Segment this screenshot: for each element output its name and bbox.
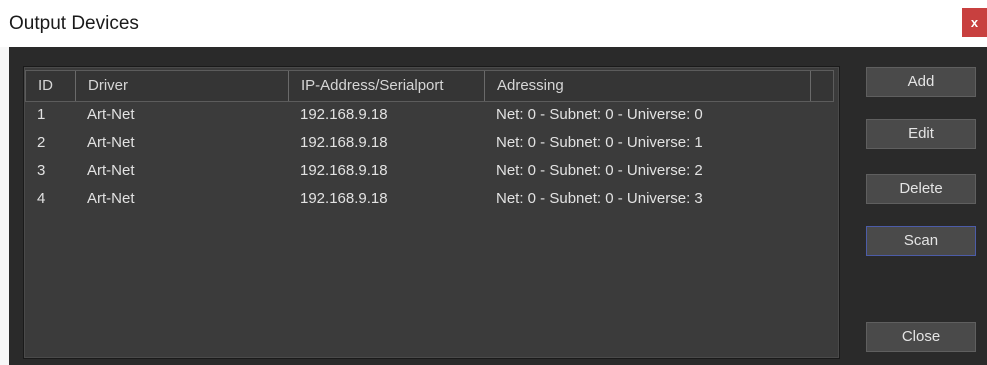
cell-id: 4: [37, 190, 46, 207]
cell-driver: Art-Net: [87, 162, 135, 179]
cell-id: 2: [37, 134, 46, 151]
cell-ip-address: 192.168.9.18: [300, 190, 388, 207]
list-item[interactable]: 2 Art-Net 192.168.9.18 Net: 0 - Subnet: …: [25, 132, 834, 160]
column-header-ip-address[interactable]: IP-Address/Serialport: [289, 71, 485, 101]
delete-button[interactable]: Delete: [866, 174, 976, 204]
column-header-driver[interactable]: Driver: [76, 71, 289, 101]
title-bar: Output Devices x: [0, 0, 987, 47]
cell-driver: Art-Net: [87, 134, 135, 151]
output-devices-list[interactable]: ID Driver IP-Address/Serialport Adressin…: [23, 66, 840, 359]
column-header-adressing[interactable]: Adressing: [485, 71, 811, 101]
cell-ip-address: 192.168.9.18: [300, 106, 388, 123]
column-header-id[interactable]: ID: [26, 71, 76, 101]
list-item[interactable]: 4 Art-Net 192.168.9.18 Net: 0 - Subnet: …: [25, 188, 834, 216]
cell-ip-address: 192.168.9.18: [300, 162, 388, 179]
window-close-icon[interactable]: x: [962, 8, 987, 37]
cell-adressing: Net: 0 - Subnet: 0 - Universe: 1: [496, 134, 703, 151]
cell-driver: Art-Net: [87, 106, 135, 123]
add-button[interactable]: Add: [866, 67, 976, 97]
cell-id: 1: [37, 106, 46, 123]
cell-adressing: Net: 0 - Subnet: 0 - Universe: 3: [496, 190, 703, 207]
window-title: Output Devices: [9, 13, 139, 34]
dialog-body: ID Driver IP-Address/Serialport Adressin…: [9, 47, 987, 365]
list-item[interactable]: 3 Art-Net 192.168.9.18 Net: 0 - Subnet: …: [25, 160, 834, 188]
cell-ip-address: 192.168.9.18: [300, 134, 388, 151]
list-item[interactable]: 1 Art-Net 192.168.9.18 Net: 0 - Subnet: …: [25, 104, 834, 132]
list-rows: 1 Art-Net 192.168.9.18 Net: 0 - Subnet: …: [25, 104, 834, 216]
cell-driver: Art-Net: [87, 190, 135, 207]
cell-adressing: Net: 0 - Subnet: 0 - Universe: 2: [496, 162, 703, 179]
list-header: ID Driver IP-Address/Serialport Adressin…: [25, 70, 834, 102]
cell-adressing: Net: 0 - Subnet: 0 - Universe: 0: [496, 106, 703, 123]
output-devices-dialog: Output Devices x ID Driver IP-Address/Se…: [0, 0, 987, 365]
scan-button[interactable]: Scan: [866, 226, 976, 256]
cell-id: 3: [37, 162, 46, 179]
edit-button[interactable]: Edit: [866, 119, 976, 149]
close-button[interactable]: Close: [866, 322, 976, 352]
